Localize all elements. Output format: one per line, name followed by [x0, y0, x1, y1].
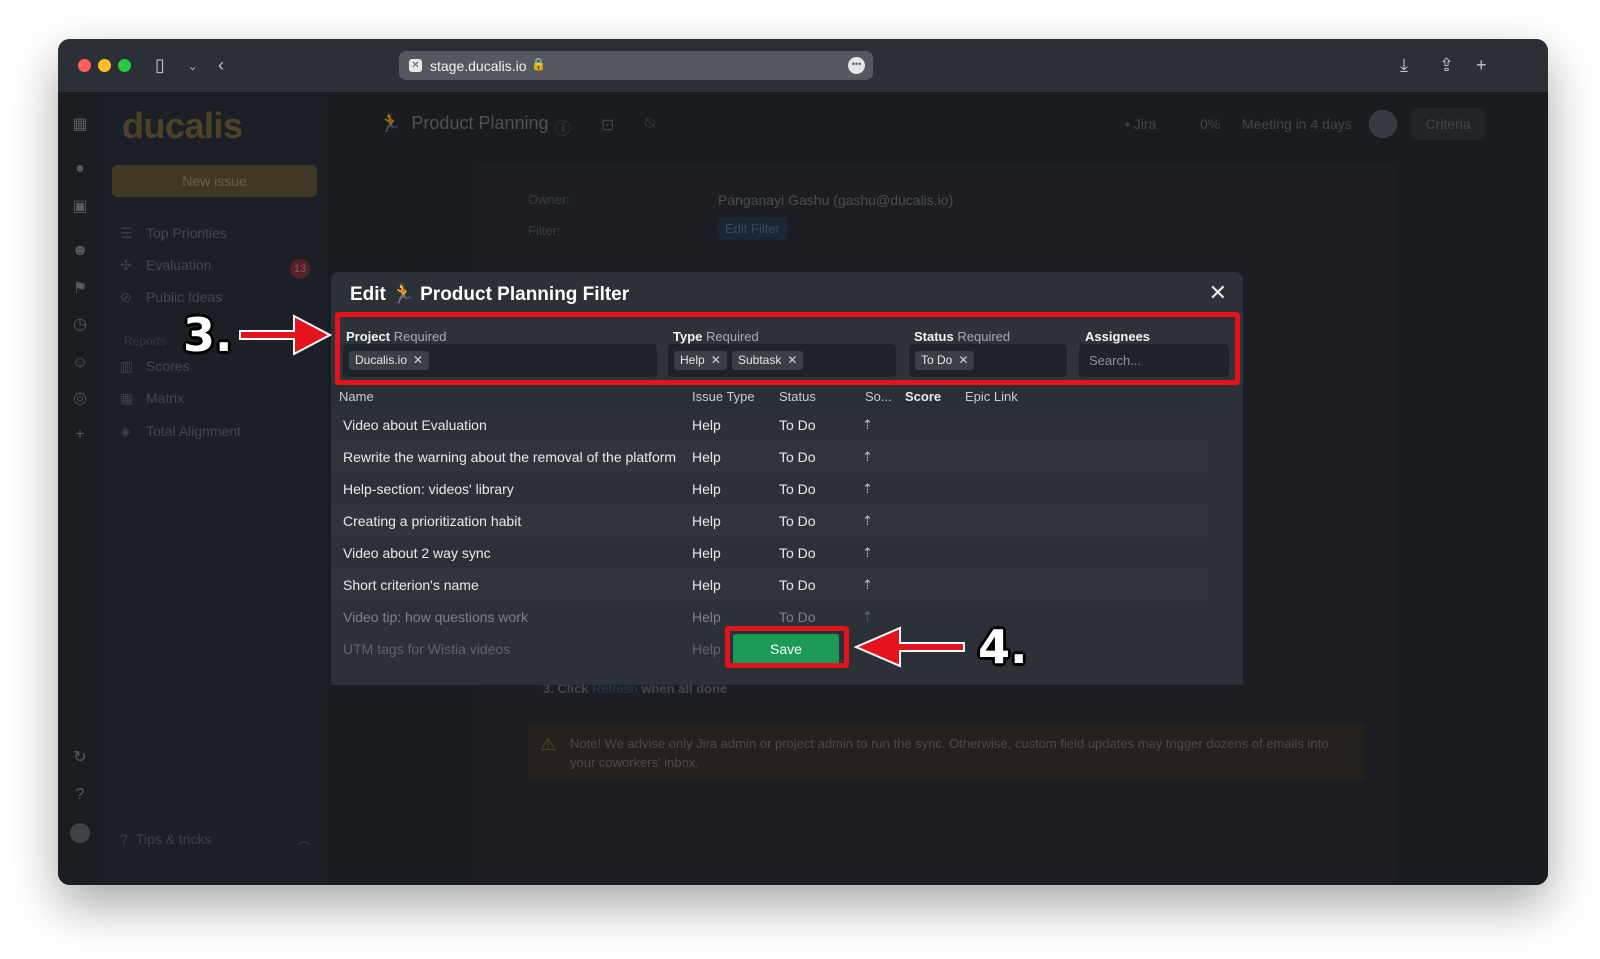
row-type: Help: [692, 449, 721, 465]
step-4-label: 4.: [978, 620, 1028, 674]
back-arrow-icon[interactable]: ‹: [218, 53, 224, 77]
minimize-window-button[interactable]: [98, 59, 111, 72]
row-type: Help: [692, 513, 721, 529]
download-icon[interactable]: ⤓: [1400, 53, 1408, 77]
priority-icon: ⇡: [862, 417, 873, 432]
chevron-down-icon[interactable]: ⌄: [188, 55, 197, 79]
column-header[interactable]: Issue Type: [692, 389, 755, 404]
clock-icon[interactable]: ◷: [70, 315, 90, 335]
plus-icon[interactable]: +: [70, 425, 90, 445]
row-type: Help: [692, 577, 721, 593]
row-name: Video about 2 way sync: [343, 545, 491, 561]
app-area: ▦ ● ▣ ☻ ⚑ ◷ ☺ ◎ + ↻ ? ducalis New issue …: [58, 93, 1548, 885]
grid-icon[interactable]: ▦: [70, 115, 90, 135]
step-3-label: 3.: [183, 308, 233, 362]
row-name: Rewrite the warning about the removal of…: [343, 449, 677, 465]
highlight-box-filters: [335, 312, 1240, 385]
row-type: Help: [692, 545, 721, 561]
url-text: stage.ducalis.io: [430, 58, 527, 74]
maximize-window-button[interactable]: [118, 59, 131, 72]
workspace-rail: ▦ ● ▣ ☻ ⚑ ◷ ☺ ◎ + ↻ ?: [58, 93, 102, 885]
arrow-right-icon: [239, 314, 333, 356]
column-header[interactable]: Epic Link: [965, 389, 1018, 404]
help-icon[interactable]: ?: [70, 785, 90, 805]
column-header[interactable]: Score: [905, 389, 941, 404]
favicon-icon: ✕: [409, 59, 422, 72]
lock-icon: 🔒: [531, 57, 546, 71]
priority-icon: ⇡: [862, 545, 873, 560]
row-name: Help-section: videos' library: [343, 481, 514, 497]
column-header[interactable]: Status: [779, 389, 816, 404]
row-status: To Do: [779, 449, 816, 465]
table-row[interactable]: Rewrite the warning about the removal of…: [331, 441, 1207, 473]
close-window-button[interactable]: [78, 59, 91, 72]
share-icon[interactable]: ⇪: [1439, 53, 1454, 77]
row-name: Short criterion's name: [343, 577, 479, 593]
bulb-icon[interactable]: ●: [70, 159, 90, 179]
emoji-icon[interactable]: ☻: [70, 241, 90, 261]
close-icon[interactable]: ✕: [1209, 282, 1227, 304]
row-name: UTM tags for Wistia videos: [343, 641, 511, 657]
modal-title-prefix: Edit: [350, 284, 386, 305]
address-bar[interactable]: ✕ stage.ducalis.io 🔒 •••: [399, 51, 873, 80]
row-name: Video tip: how questions work: [343, 609, 528, 625]
row-status: To Do: [779, 577, 816, 593]
runner-icon: 🏃: [391, 284, 415, 305]
target-icon[interactable]: ◎: [70, 389, 90, 409]
column-header[interactable]: Name: [339, 389, 374, 404]
priority-icon: ⇡: [862, 513, 873, 528]
browser-toolbar: ▯ ⌄ ‹ ✕ stage.ducalis.io 🔒 ••• ⤓ ⇪ +: [58, 39, 1548, 93]
row-name: Video about Evaluation: [343, 417, 487, 433]
row-type: Help: [692, 609, 721, 625]
arrow-left-icon: [853, 626, 965, 668]
priority-icon: ⇡: [862, 449, 873, 464]
table-row[interactable]: Creating a prioritization habit Help To …: [331, 505, 1207, 537]
more-options-icon[interactable]: •••: [848, 57, 865, 74]
highlight-box-save: [725, 626, 849, 668]
table-row[interactable]: Video about 2 way sync Help To Do ⇡: [331, 537, 1207, 569]
run-icon[interactable]: ⚑: [70, 279, 90, 299]
modal-title-name: Product Planning Filter: [420, 284, 630, 305]
row-type: Help: [692, 417, 721, 433]
avatar-icon[interactable]: [70, 823, 90, 843]
row-type: Help: [692, 481, 721, 497]
table-row[interactable]: Short criterion's name Help To Do ⇡: [331, 569, 1207, 601]
sync-icon[interactable]: ↻: [70, 748, 90, 768]
row-status: To Do: [779, 481, 816, 497]
row-name: Creating a prioritization habit: [343, 513, 522, 529]
face-icon[interactable]: ☺: [70, 353, 90, 373]
modal-title: Edit 🏃 Product Planning Filter: [350, 282, 629, 306]
row-status: To Do: [779, 513, 816, 529]
table-header: Name Issue Type Status So... Score Epic …: [331, 384, 1207, 409]
table-row[interactable]: Video about Evaluation Help To Do ⇡: [331, 409, 1207, 441]
row-type: Help: [692, 641, 721, 657]
table-row[interactable]: Help-section: videos' library Help To Do…: [331, 473, 1207, 505]
browser-window: ▯ ⌄ ‹ ✕ stage.ducalis.io 🔒 ••• ⤓ ⇪ + ▦ ●…: [58, 39, 1548, 885]
row-status: To Do: [779, 545, 816, 561]
row-status: To Do: [779, 609, 816, 625]
priority-icon: ⇡: [862, 577, 873, 592]
new-tab-icon[interactable]: +: [1476, 53, 1487, 77]
row-status: To Do: [779, 417, 816, 433]
save-icon[interactable]: ▣: [70, 197, 90, 217]
sidebar-toggle-icon[interactable]: ▯: [155, 53, 165, 77]
priority-icon: ⇡: [862, 481, 873, 496]
column-header[interactable]: So...: [865, 389, 892, 404]
